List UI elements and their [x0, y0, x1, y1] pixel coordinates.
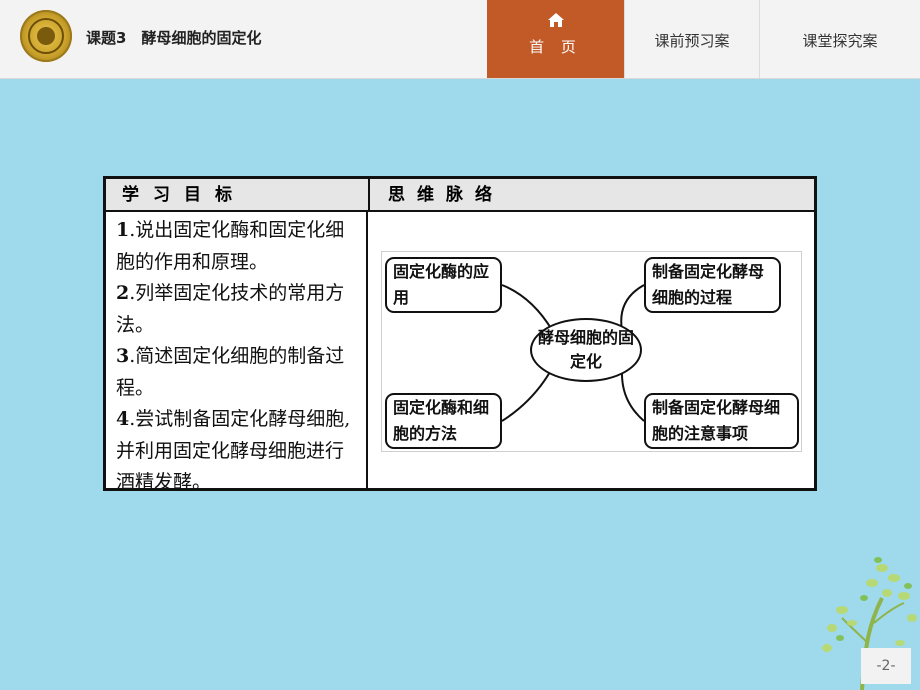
objectives-table: 学习目标 思维脉络 1.说出固定化酶和固定化细胞的作用和原理。 2.列举固定化技… [103, 176, 817, 493]
home-icon [547, 13, 564, 27]
thinking-map-header: 思维脉络 [368, 179, 814, 212]
node-center-topic: 酵母细胞的固定化 [530, 318, 642, 382]
top-bar: 课题3 酵母细胞的固定化 首 页 课前预习案 课堂探究案 [0, 0, 920, 79]
node-preparation-process: 制备固定化酵母细胞的过程 [644, 257, 781, 313]
tab-class-inquiry[interactable]: 课堂探究案 [759, 0, 920, 78]
page-number: -2- [861, 648, 911, 684]
tab-preview[interactable]: 课前预习案 [624, 0, 759, 78]
school-logo [20, 10, 72, 62]
lesson-title: 课题3 酵母细胞的固定化 [86, 29, 262, 47]
learning-objectives-header: 学习目标 [106, 179, 368, 212]
objective-item: 2.列举固定化技术的常用方法。 [116, 282, 345, 336]
node-precautions: 制备固定化酵母细胞的注意事项 [644, 393, 799, 449]
node-immobilization-methods: 固定化酶和细胞的方法 [385, 393, 502, 449]
objectives-list: 1.说出固定化酶和固定化细胞的作用和原理。 2.列举固定化技术的常用方法。 3.… [116, 215, 362, 499]
home-button[interactable]: 首 页 [487, 0, 624, 78]
mind-map: 固定化酶的应用 制备固定化酵母细胞的过程 固定化酶和细胞的方法 制备固定化酵母细… [381, 251, 802, 452]
home-label: 首 页 [529, 38, 582, 56]
objective-item: 4.尝试制备固定化酵母细胞,并利用固定化酵母细胞进行酒精发酵。 [116, 408, 351, 493]
node-enzyme-application: 固定化酶的应用 [385, 257, 502, 313]
objective-item: 3.简述固定化细胞的制备过程。 [116, 345, 345, 399]
column-divider [366, 212, 368, 488]
objective-item: 1.说出固定化酶和固定化细胞的作用和原理。 [116, 219, 345, 273]
